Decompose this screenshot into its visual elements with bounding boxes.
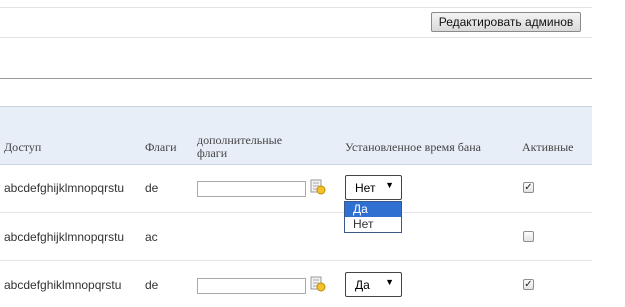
section-divider [0, 78, 592, 79]
dropdown-option[interactable]: Нет [345, 217, 401, 232]
extra-flags-input[interactable] [197, 181, 306, 197]
extra-flags-input[interactable] [197, 278, 306, 294]
header-access: Доступ [4, 140, 42, 154]
header-extra-flags-line2: флаги [197, 146, 228, 160]
active-checkbox[interactable]: ✓ [523, 182, 534, 193]
active-checkbox[interactable]: ✓ [523, 279, 534, 290]
header-active: Активные [522, 140, 574, 154]
ban-time-select[interactable]: Да ▼ [345, 272, 402, 297]
flags-cell: ac [145, 230, 158, 244]
flags-cell: de [145, 181, 159, 195]
access-cell: abcdefghijklmnopqrstu [4, 230, 125, 244]
ban-time-dropdown-list[interactable]: Да Нет [344, 201, 402, 233]
edit-admins-button[interactable]: Редактировать админов [431, 12, 581, 32]
ban-time-select-value: Да [355, 278, 370, 292]
chevron-down-icon: ▼ [385, 180, 394, 190]
ban-time-select-value: Нет [355, 181, 376, 195]
access-cell: abcdefghijklmnopqrstu [4, 181, 125, 195]
header-flags: Флаги [145, 140, 177, 154]
edit-flags-icon[interactable] [310, 276, 326, 292]
divider [0, 37, 592, 38]
header-extra-flags: дополнительные флаги [197, 134, 282, 160]
header-ban-time: Установленное время бана [345, 140, 481, 154]
header-extra-flags-line1: дополнительные [197, 133, 283, 147]
access-cell: abcdefghiklmnopqrstu [4, 278, 122, 292]
chevron-down-icon: ▼ [385, 277, 394, 287]
edit-flags-icon[interactable] [310, 179, 326, 195]
dropdown-option[interactable]: Да [345, 202, 401, 217]
row-divider [0, 260, 592, 261]
row-divider [0, 212, 592, 213]
active-checkbox[interactable] [523, 231, 534, 242]
ban-time-select[interactable]: Нет ▼ [345, 175, 402, 200]
flags-cell: de [145, 278, 159, 292]
table-header: Доступ Флаги дополнительные флаги Устано… [0, 106, 592, 165]
top-divider [0, 7, 592, 8]
